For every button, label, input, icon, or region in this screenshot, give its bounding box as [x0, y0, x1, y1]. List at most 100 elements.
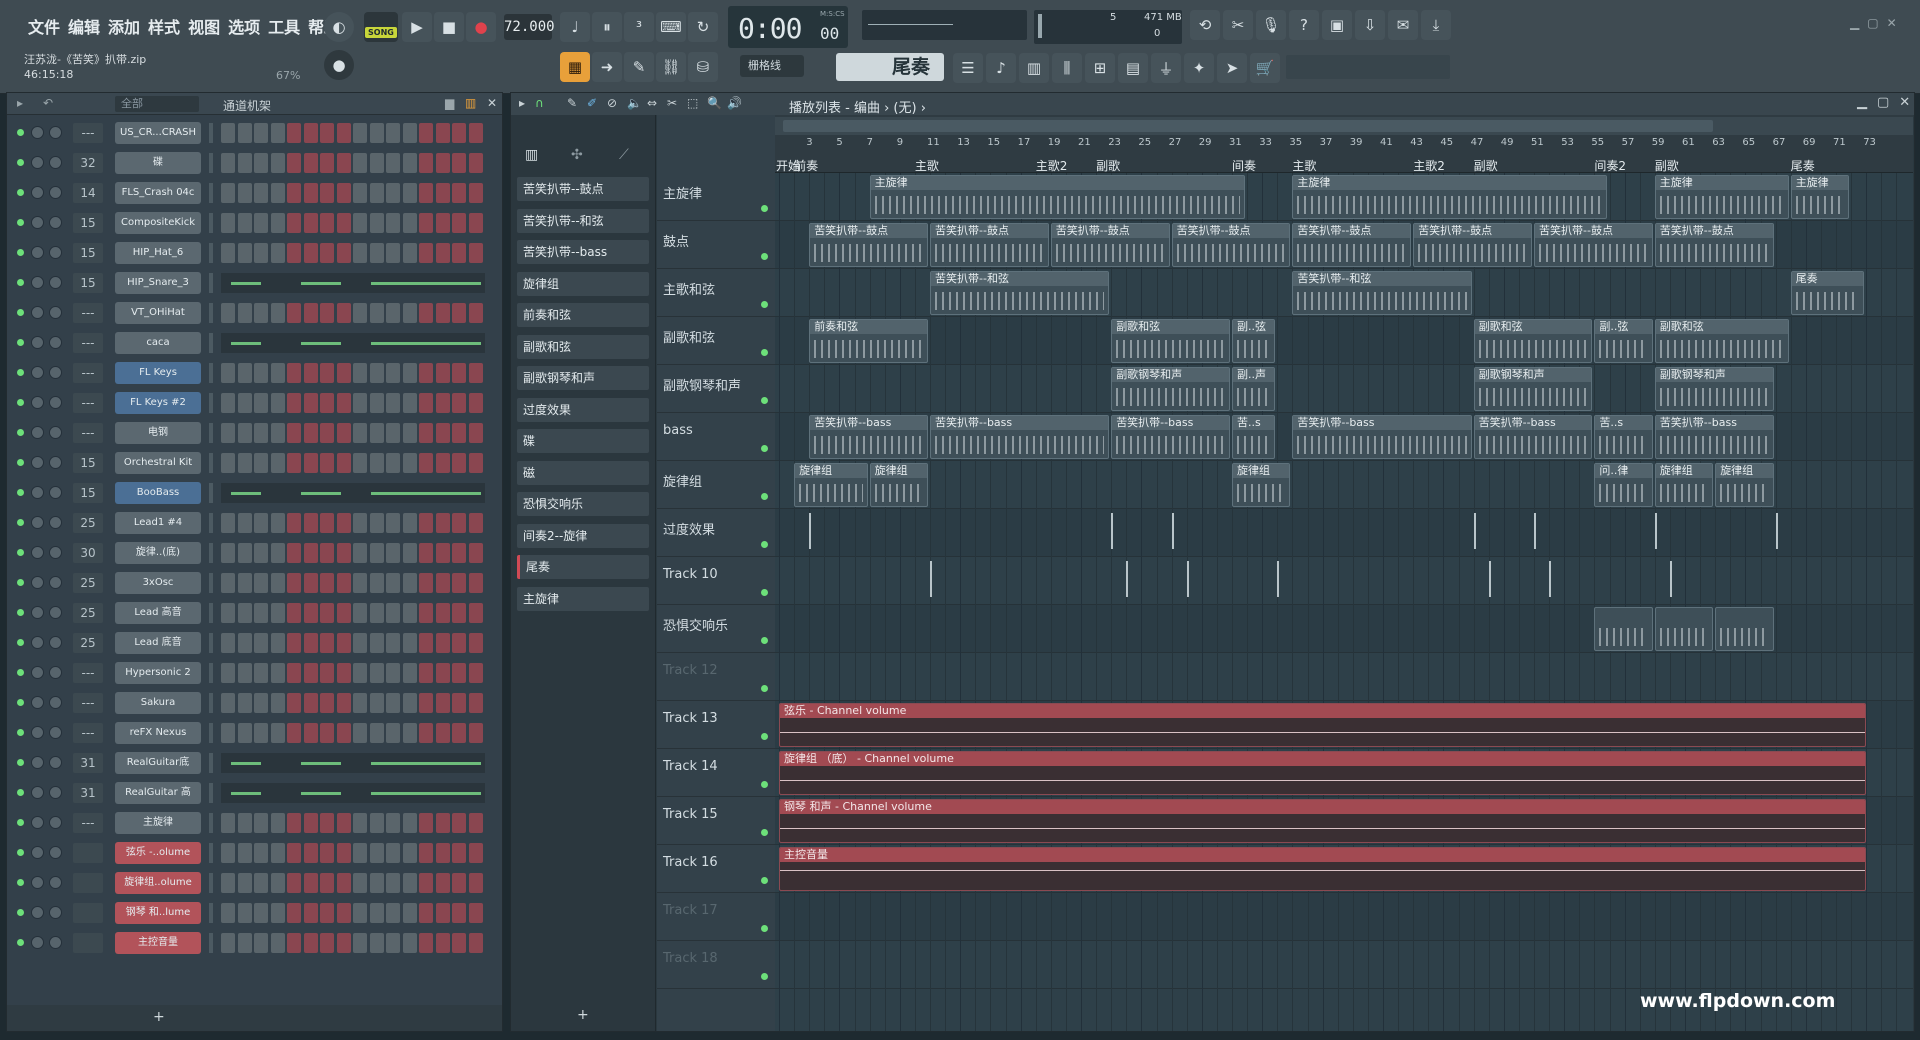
channel-name-button[interactable]: 旋律组..olume	[115, 872, 201, 894]
track-header[interactable]: Track 16	[657, 845, 775, 893]
step-button[interactable]	[303, 603, 318, 623]
pattern-clip[interactable]: 旋律组	[869, 463, 928, 507]
channel-select-indicator[interactable]	[209, 303, 213, 323]
render-icon[interactable]: ⇩	[1355, 10, 1385, 40]
track-header[interactable]: 主旋律	[657, 173, 775, 221]
step-button[interactable]	[452, 513, 466, 533]
step-button[interactable]	[468, 183, 483, 203]
step-button[interactable]	[254, 633, 268, 653]
step-button[interactable]	[320, 723, 334, 743]
mute-tool-icon[interactable]: 🔈	[627, 96, 642, 110]
pattern-picker-item[interactable]: 副歌和弦	[517, 334, 649, 359]
step-button[interactable]	[270, 123, 285, 143]
step-button[interactable]	[369, 513, 384, 533]
step-button[interactable]	[303, 633, 318, 653]
track-enable-led[interactable]	[761, 925, 768, 932]
step-button[interactable]	[419, 153, 433, 173]
step-button[interactable]	[468, 873, 483, 893]
wait-input-icon[interactable]: ⏸	[592, 12, 622, 42]
channel-row[interactable]: --- FL Keys	[7, 361, 502, 385]
channel-pan-knob[interactable]	[31, 216, 44, 229]
channel-name-button[interactable]: CompositeKick	[115, 212, 201, 234]
channel-select-indicator[interactable]	[209, 843, 213, 863]
channel-mixer-track[interactable]	[73, 843, 103, 863]
step-button[interactable]	[353, 843, 367, 863]
channel-select-indicator[interactable]	[209, 753, 213, 773]
step-button[interactable]	[353, 573, 367, 593]
channel-mixer-track[interactable]: 25	[73, 513, 103, 533]
channel-volume-knob[interactable]	[49, 396, 62, 409]
step-button[interactable]	[287, 633, 301, 653]
track-name[interactable]: 主旋律	[663, 183, 702, 202]
step-button[interactable]	[270, 573, 285, 593]
step-button[interactable]	[452, 393, 466, 413]
step-button[interactable]	[386, 393, 400, 413]
step-button[interactable]	[402, 603, 417, 623]
step-button[interactable]	[353, 423, 367, 443]
step-button[interactable]	[419, 393, 433, 413]
time-marker[interactable]: 间奏2	[1594, 157, 1626, 174]
pattern-picker-item[interactable]: 主旋律	[517, 586, 649, 611]
channel-mute-led[interactable]	[17, 789, 24, 796]
channel-row[interactable]: --- reFX Nexus	[7, 721, 502, 745]
channel-mute-led[interactable]	[17, 189, 24, 196]
track-header[interactable]: 恐惧交响乐	[657, 605, 775, 653]
pattern-picker-item[interactable]: 副歌钢琴和声	[517, 366, 649, 390]
channel-piano-roll-preview[interactable]	[221, 753, 485, 773]
channel-select-indicator[interactable]	[209, 603, 213, 623]
step-button[interactable]	[468, 543, 483, 563]
export-icon[interactable]: ⤓	[1421, 10, 1451, 40]
channel-row[interactable]: 30 旋律..(底)	[7, 541, 502, 565]
step-button[interactable]	[270, 153, 285, 173]
pattern-clip[interactable]: 前奏和弦	[809, 319, 928, 363]
arrow-right-icon[interactable]: ➜	[592, 52, 622, 82]
step-button[interactable]	[270, 873, 285, 893]
step-button[interactable]	[254, 243, 268, 263]
step-button[interactable]	[287, 423, 301, 443]
step-button[interactable]	[221, 843, 235, 863]
step-button[interactable]	[402, 303, 417, 323]
pattern-clip[interactable]: 苦笑扒带--鼓点	[1050, 223, 1170, 267]
channel-volume-knob[interactable]	[49, 426, 62, 439]
channel-pan-knob[interactable]	[31, 606, 44, 619]
shop-icon[interactable]: 🛒	[1250, 53, 1280, 83]
time-marker[interactable]: 副歌	[1096, 157, 1120, 174]
step-button[interactable]	[402, 903, 417, 923]
step-button[interactable]	[287, 603, 301, 623]
channel-name-button[interactable]: 主控音量	[115, 932, 201, 954]
automation-clip[interactable]: 旋律组 （底） - Channel volume	[779, 751, 1867, 795]
step-button[interactable]	[468, 213, 483, 233]
stop-button[interactable]: ■	[434, 12, 464, 42]
step-button[interactable]	[435, 453, 450, 473]
step-button[interactable]	[336, 303, 351, 323]
step-button[interactable]	[336, 903, 351, 923]
step-button[interactable]	[270, 363, 285, 383]
step-button[interactable]	[369, 693, 384, 713]
channel-row[interactable]: 14 FLS_Crash 04c	[7, 181, 502, 205]
step-button[interactable]	[402, 423, 417, 443]
fx-hit-clip[interactable]	[930, 561, 940, 597]
step-button[interactable]	[435, 693, 450, 713]
step-button[interactable]	[287, 843, 301, 863]
time-marker[interactable]: 间奏	[1232, 157, 1256, 174]
step-button[interactable]	[402, 633, 417, 653]
step-button[interactable]	[254, 213, 268, 233]
pattern-clip[interactable]	[1594, 607, 1653, 651]
pattern-picker-item[interactable]: 恐惧交响乐	[517, 492, 649, 516]
step-button[interactable]	[303, 903, 318, 923]
channel-mixer-track[interactable]: ---	[73, 813, 103, 833]
channel-name-button[interactable]: 3xOsc	[115, 572, 201, 594]
step-button[interactable]	[320, 243, 334, 263]
track-header[interactable]: 主歌和弦	[657, 269, 775, 317]
step-button[interactable]	[468, 123, 483, 143]
step-button[interactable]	[336, 363, 351, 383]
pattern-clip[interactable]: 副..弦	[1232, 319, 1276, 363]
step-button[interactable]	[270, 183, 285, 203]
channel-mixer-track[interactable]: ---	[73, 663, 103, 683]
horizontal-scrollbar[interactable]	[775, 117, 1913, 135]
pattern-clip[interactable]: 主旋律	[1292, 175, 1608, 219]
channel-pan-knob[interactable]	[31, 546, 44, 559]
step-button[interactable]	[303, 393, 318, 413]
channel-piano-roll-preview[interactable]	[221, 273, 485, 293]
pattern-clip[interactable]: 副..弦	[1594, 319, 1653, 363]
